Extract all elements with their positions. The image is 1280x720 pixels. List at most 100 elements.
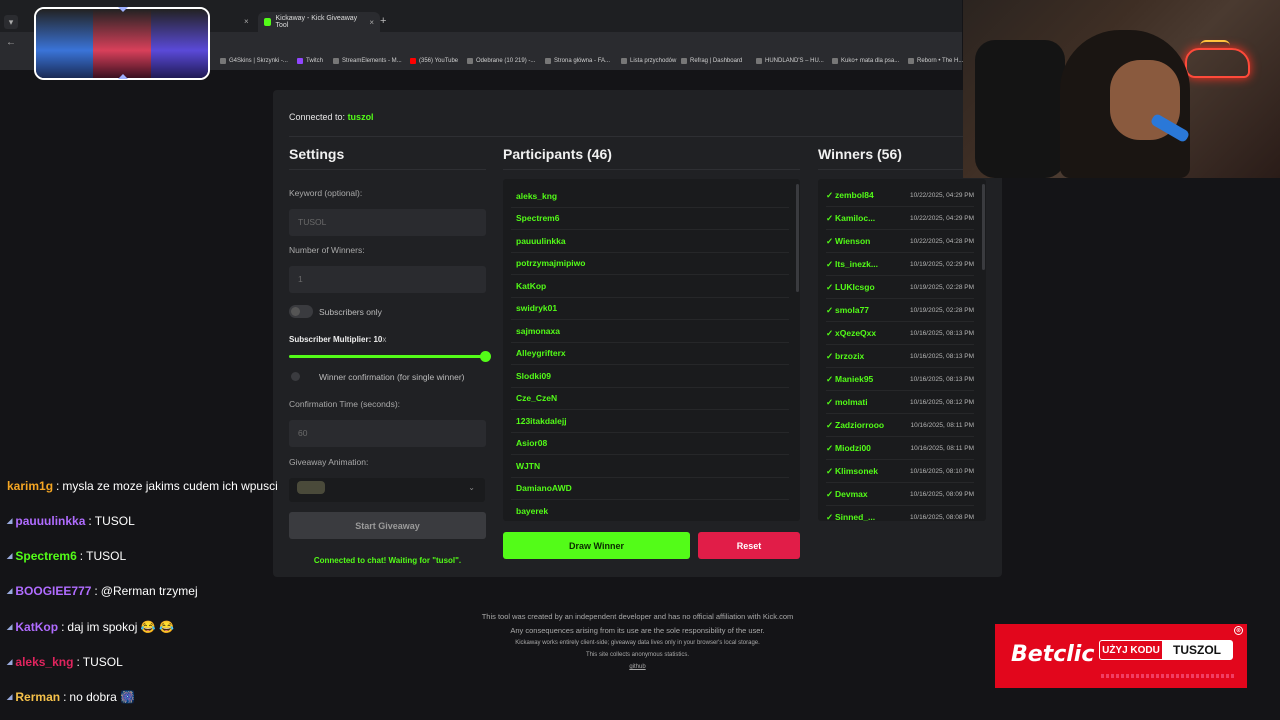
winners-scrollbar[interactable] bbox=[982, 184, 985, 270]
slider-handle[interactable] bbox=[480, 351, 491, 362]
bookmark-item[interactable]: G4Skins | Skrzynki -... bbox=[220, 58, 288, 64]
bookmark-item[interactable]: Strona główna - FA... bbox=[545, 58, 610, 64]
close-icon[interactable]: ⊗ bbox=[1234, 626, 1243, 635]
winner-name: smola77 bbox=[835, 305, 870, 315]
participant-name: 123itakdalejj bbox=[516, 415, 567, 426]
participant-row: Spectrem6 bbox=[511, 208, 789, 230]
winner-date: 10/16/2025, 08:13 PM bbox=[910, 375, 974, 383]
winner-row: ✓ Sinned_... 10/16/2025, 08:08 PM bbox=[826, 506, 974, 522]
tab-close-icon[interactable]: × bbox=[244, 17, 249, 26]
checkmark-icon: ✓ bbox=[826, 488, 834, 499]
bookmark-item[interactable]: Kuko+ mata dla psa... bbox=[832, 58, 899, 64]
bookmark-item[interactable]: Reborn • The H... bbox=[908, 58, 963, 64]
bookmark-item[interactable]: Odebrane (10 219) -... bbox=[467, 58, 535, 64]
start-giveaway-button[interactable]: Start Giveaway bbox=[289, 512, 486, 539]
keyword-input[interactable]: TUSOL bbox=[289, 209, 486, 236]
multiplier-slider[interactable] bbox=[289, 351, 491, 362]
winners-count-input[interactable]: 1 bbox=[289, 266, 486, 293]
chat-message: ◢ KatKop: daj im spokoj 😂 😂 bbox=[7, 620, 174, 634]
winner-name: Zadziorrooo bbox=[835, 420, 885, 430]
chat-username: Spectrem6 bbox=[15, 549, 77, 563]
winner-name: Devmax bbox=[835, 489, 868, 499]
subscribers-only-label: Subscribers only bbox=[319, 307, 382, 317]
winner-name: LUKIcsgo bbox=[835, 282, 875, 292]
chat-text: mysla ze moze jakims cudem ich wpusci bbox=[62, 479, 278, 493]
badge-icon: ◢ bbox=[7, 624, 13, 631]
chat-message: ◢ aleks_kng: TUSOL bbox=[7, 655, 123, 669]
bookmark-item[interactable]: Twitch bbox=[297, 58, 323, 64]
tab-kickaway[interactable]: Kickaway - Kick Giveaway Tool × bbox=[258, 12, 380, 32]
winner-row: ✓ molmati 10/16/2025, 08:12 PM bbox=[826, 391, 974, 414]
chat-text: daj im spokoj 😂 😂 bbox=[67, 620, 174, 634]
participant-name: Spectrem6 bbox=[516, 213, 560, 224]
github-link[interactable]: github bbox=[629, 664, 645, 670]
checkmark-icon: ✓ bbox=[826, 419, 834, 430]
chat-message: ◢ BOOGIEE777: @Rerman trzymej bbox=[7, 584, 198, 598]
chat-username: BOOGIEE777 bbox=[15, 584, 92, 598]
badge-icon: ◢ bbox=[7, 518, 13, 525]
back-arrow-icon[interactable]: ← bbox=[6, 37, 16, 48]
tab-close-icon[interactable]: × bbox=[369, 18, 374, 27]
participant-name: Alleygrifterx bbox=[516, 348, 566, 359]
chat-separator: : bbox=[76, 655, 80, 669]
winner-confirmation-toggle[interactable] bbox=[289, 370, 311, 383]
tab-list-chevron-icon[interactable]: ▾ bbox=[4, 15, 18, 29]
betclic-logo: Betclic bbox=[1011, 642, 1095, 667]
bookmark-item[interactable]: (356) YouTube bbox=[410, 58, 458, 64]
bookmark-item[interactable]: Refrag | Dashboard bbox=[681, 58, 742, 64]
bookmark-item[interactable]: Lista przychodów bbox=[621, 58, 676, 64]
subscribers-only-toggle[interactable] bbox=[289, 305, 313, 318]
kick-favicon-icon bbox=[264, 18, 272, 26]
winner-row: ✓ Zadziorrooo 10/16/2025, 08:11 PM bbox=[826, 414, 974, 437]
winner-row: ✓ smola77 10/19/2025, 02:28 PM bbox=[826, 299, 974, 322]
participant-name: swidryk01 bbox=[516, 303, 558, 314]
participant-name: bayerek bbox=[516, 505, 549, 516]
chat-separator: : bbox=[94, 584, 98, 598]
participant-row: KatKop bbox=[511, 275, 789, 298]
multiplier-label: Subscriber Multiplier: 10x bbox=[289, 335, 387, 344]
chat-separator: : bbox=[63, 690, 67, 704]
participant-name: aleks_kng bbox=[516, 190, 558, 201]
winner-row: ✓ Klimsonek 10/16/2025, 08:10 PM bbox=[826, 460, 974, 483]
checkmark-icon: ✓ bbox=[826, 258, 834, 269]
draw-winner-button[interactable]: Draw Winner bbox=[503, 532, 690, 559]
winners-list[interactable]: ✓ zembol84 10/22/2025, 04:29 PM ✓ Kamiloc...… bbox=[818, 179, 986, 521]
chat-text: TUSOL bbox=[94, 514, 135, 528]
participant-name: KatKop bbox=[516, 280, 547, 291]
checkmark-icon: ✓ bbox=[826, 511, 834, 522]
participant-row: pauuulinkka bbox=[511, 230, 789, 253]
divider bbox=[503, 169, 800, 170]
gaming-chair bbox=[975, 40, 1065, 178]
winners-title: Winners (56) bbox=[818, 146, 902, 162]
footer-disclaimer: This tool was created by an independent … bbox=[481, 612, 794, 621]
chat-message: ◢ Spectrem6: TUSOL bbox=[7, 549, 126, 563]
winner-name: Kamiloc... bbox=[835, 213, 876, 223]
bookmark-item[interactable]: HUNDLAND'S – HU... bbox=[756, 58, 824, 64]
bookmark-item[interactable]: StreamElements - M... bbox=[333, 58, 402, 64]
participant-row: Asior08 bbox=[511, 433, 789, 455]
participant-name: DamianoAWD bbox=[516, 483, 572, 494]
new-tab-button[interactable]: + bbox=[380, 15, 386, 27]
winner-date: 10/22/2025, 04:29 PM bbox=[910, 214, 974, 222]
winner-date: 10/16/2025, 08:10 PM bbox=[910, 467, 974, 475]
settings-title: Settings bbox=[289, 146, 345, 162]
winner-name: zembol84 bbox=[835, 190, 874, 200]
winner-date: 10/22/2025, 04:29 PM bbox=[910, 191, 974, 199]
winner-date: 10/19/2025, 02:28 PM bbox=[910, 306, 974, 314]
tab-title: Kickaway - Kick Giveaway Tool bbox=[275, 15, 358, 29]
winner-row: ✓ Devmax 10/16/2025, 08:09 PM bbox=[826, 483, 974, 506]
promo-code-label: UŻYJ KODU bbox=[1102, 644, 1160, 656]
winner-date: 10/16/2025, 08:11 PM bbox=[910, 444, 974, 452]
reset-button[interactable]: Reset bbox=[698, 532, 800, 559]
winner-date: 10/16/2025, 08:09 PM bbox=[910, 490, 974, 498]
participants-scrollbar[interactable] bbox=[796, 184, 799, 292]
winner-row: ✓ Kamiloc... 10/22/2025, 04:29 PM bbox=[826, 207, 974, 230]
checkmark-icon: ✓ bbox=[826, 350, 834, 361]
participant-name: WJTN bbox=[516, 460, 541, 471]
chat-status: Connected to chat! Waiting for "tusol". bbox=[313, 556, 462, 565]
participants-list[interactable]: aleks_kng Spectrem6 pauuulinkka potrzymajmi… bbox=[503, 179, 800, 521]
winner-date: 10/16/2025, 08:13 PM bbox=[910, 329, 974, 337]
confirmation-time-input[interactable]: 60 bbox=[289, 420, 486, 447]
winners-count-label: Number of Winners: bbox=[289, 245, 365, 255]
participant-row: Cze_CzeN bbox=[511, 388, 789, 410]
